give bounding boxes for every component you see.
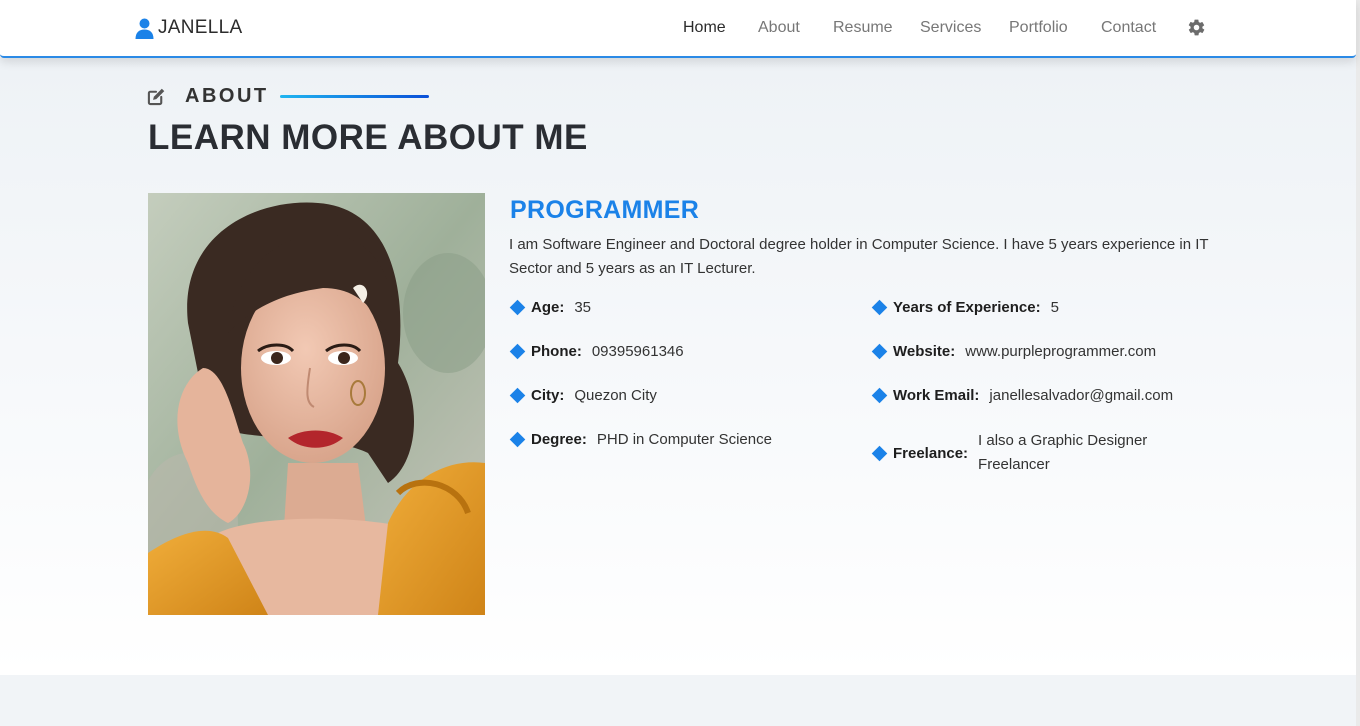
diamond-bullet-icon bbox=[509, 431, 526, 448]
diamond-bullet-icon bbox=[509, 299, 526, 316]
info-label: Website: bbox=[893, 343, 956, 360]
diamond-bullet-icon bbox=[509, 387, 526, 404]
nav-portfolio[interactable]: Portfolio bbox=[1009, 19, 1068, 37]
info-label: City: bbox=[531, 387, 565, 404]
info-website: Website: www.purpleprogrammer.com bbox=[871, 343, 1156, 360]
gear-icon[interactable] bbox=[1187, 18, 1206, 37]
bio-text: I am Software Engineer and Doctoral degr… bbox=[509, 236, 1209, 277]
diamond-bullet-icon bbox=[871, 445, 888, 461]
next-section-band bbox=[0, 675, 1356, 726]
diamond-bullet-icon bbox=[871, 299, 888, 316]
brand-name: JANELLA bbox=[158, 17, 243, 38]
info-value: PHD in Computer Science bbox=[596, 431, 772, 448]
info-label: Work Email: bbox=[893, 387, 980, 404]
info-age: Age: 35 bbox=[509, 299, 591, 316]
section-eyebrow: ABOUT bbox=[147, 85, 429, 108]
info-years-experience: Years of Experience: 5 bbox=[871, 299, 1059, 316]
info-label: Age: bbox=[531, 299, 565, 316]
scrollbar-track[interactable] bbox=[1356, 0, 1360, 726]
info-value: www.purpleprogrammer.com bbox=[965, 343, 1157, 360]
edit-icon bbox=[147, 88, 165, 106]
diamond-bullet-icon bbox=[509, 343, 526, 360]
profile-photo-illustration bbox=[148, 193, 485, 615]
info-city: City: Quezon City bbox=[509, 387, 657, 404]
diamond-bullet-icon bbox=[871, 387, 888, 404]
info-value: Quezon City bbox=[574, 387, 657, 404]
info-value: janellesalvador@gmail.com bbox=[989, 387, 1174, 404]
info-label: Years of Experience: bbox=[893, 299, 1041, 316]
info-value: 09395961346 bbox=[591, 343, 684, 360]
nav-contact[interactable]: Contact bbox=[1101, 19, 1156, 37]
info-degree: Degree: PHD in Computer Science bbox=[509, 431, 772, 448]
nav-services[interactable]: Services bbox=[920, 19, 981, 37]
info-label: Degree: bbox=[531, 431, 587, 448]
nav-home[interactable]: Home bbox=[683, 19, 726, 37]
diamond-bullet-icon bbox=[871, 343, 888, 360]
brand-link[interactable]: JANELLA bbox=[135, 17, 242, 39]
top-navbar: JANELLA Home About Resume Services Portf… bbox=[0, 0, 1356, 58]
info-value: 35 bbox=[574, 299, 592, 316]
nav-about[interactable]: About bbox=[758, 19, 800, 37]
section-eyebrow-text: ABOUT bbox=[185, 85, 269, 107]
profile-photo bbox=[148, 193, 485, 615]
info-work-email: Work Email: janellesalvador@gmail.com bbox=[871, 387, 1173, 404]
user-icon bbox=[135, 18, 154, 39]
info-value: I also a Graphic Designer Freelancer bbox=[978, 432, 1148, 473]
info-phone: Phone: 09395961346 bbox=[509, 343, 684, 360]
eyebrow-divider bbox=[279, 95, 429, 98]
role-title: PROGRAMMER bbox=[510, 196, 700, 224]
nav-resume[interactable]: Resume bbox=[833, 19, 893, 37]
info-value: 5 bbox=[1050, 299, 1059, 316]
info-label: Phone: bbox=[531, 343, 582, 360]
info-freelance: Freelance: I also a Graphic Designer Fre… bbox=[871, 429, 1168, 477]
info-label: Freelance: bbox=[893, 444, 969, 462]
section-heading: LEARN MORE ABOUT ME bbox=[148, 118, 588, 157]
